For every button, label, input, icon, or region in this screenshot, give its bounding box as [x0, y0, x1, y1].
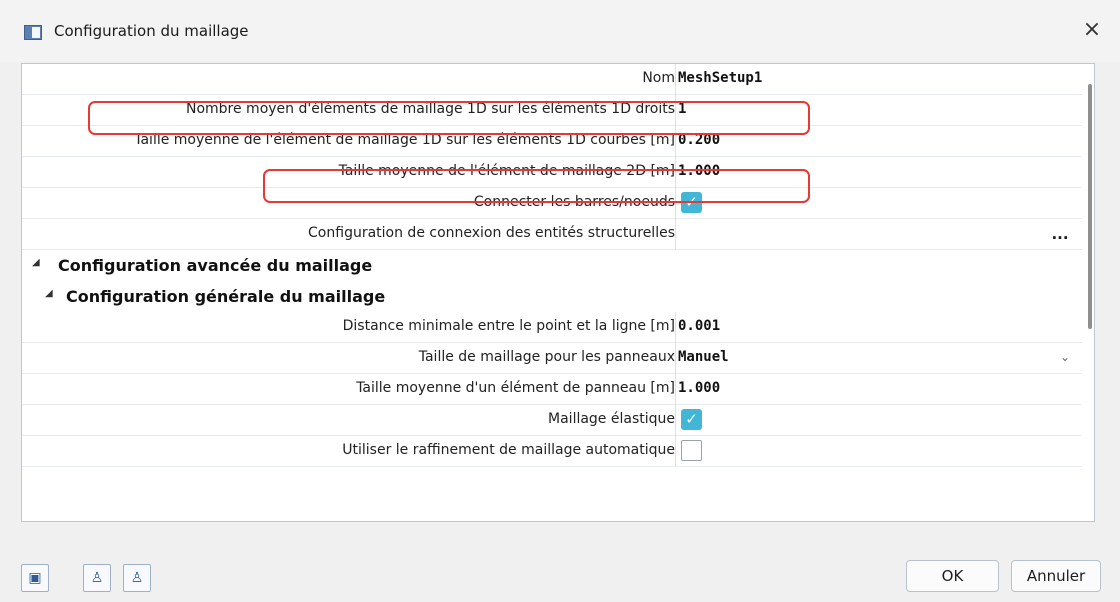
value-column	[675, 312, 1077, 343]
user-edit-icon[interactable]: ♙	[123, 564, 151, 592]
chevron-down-icon[interactable]: ⌄	[1060, 350, 1070, 364]
value-column	[675, 343, 1077, 374]
property-row-min-distance: Distance minimale entre le point et la l…	[22, 312, 1082, 343]
highlight-frame	[263, 169, 810, 203]
section-advanced-mesh[interactable]: ◢ Configuration avancée du maillage	[22, 250, 1082, 281]
property-row-connection-setup: Configuration de connexion des entités s…	[22, 219, 1082, 250]
ellipsis-icon[interactable]: ...	[1048, 221, 1072, 247]
value-column	[675, 374, 1077, 405]
value-column	[675, 405, 1077, 436]
vertical-scrollbar[interactable]	[1088, 84, 1092, 329]
user-add-icon[interactable]: ♙	[83, 564, 111, 592]
highlight-frame	[88, 101, 810, 135]
property-row-name: Nom MeshSetup1	[22, 64, 1082, 95]
dialog-titlebar: Configuration du maillage ×	[0, 0, 1120, 62]
section-general-mesh[interactable]: ◢ Configuration générale du maillage	[22, 281, 1082, 312]
checkbox-checked[interactable]: ✓	[681, 409, 702, 430]
close-icon[interactable]: ×	[1080, 16, 1104, 44]
property-label: Nom	[642, 70, 675, 86]
value-column	[675, 436, 1077, 467]
dialog-title: Configuration du maillage	[54, 22, 249, 40]
property-row-auto-refinement: Utiliser le raffinement de maillage auto…	[22, 436, 1082, 467]
checkbox-unchecked[interactable]	[681, 440, 702, 461]
ok-button[interactable]: OK	[906, 560, 999, 592]
property-label: Configuration de connexion des entités s…	[308, 225, 675, 241]
app-window-icon	[24, 25, 42, 40]
property-label: Taille de maillage pour les panneaux	[418, 349, 675, 365]
property-row-panel-element-size: Taille moyenne d'un élément de panneau […	[22, 374, 1082, 405]
mesh-name-value[interactable]: MeshSetup1	[678, 70, 762, 86]
property-label: Maillage élastique	[548, 411, 675, 427]
property-label: Distance minimale entre le point et la l…	[342, 318, 675, 334]
section-title: Configuration avancée du maillage	[58, 256, 373, 275]
section-title: Configuration générale du maillage	[66, 287, 386, 306]
panel-size-select[interactable]: Manuel	[678, 349, 729, 365]
export-icon[interactable]: ▣	[21, 564, 49, 592]
triangle-down-icon: ◢	[32, 257, 40, 268]
property-label: Utiliser le raffinement de maillage auto…	[342, 442, 675, 458]
property-label: Taille moyenne d'un élément de panneau […	[356, 380, 675, 396]
value-column	[675, 219, 1077, 250]
panel-element-size-value[interactable]: 1.000	[678, 380, 720, 396]
triangle-down-icon: ◢	[45, 288, 53, 299]
property-row-panel-size-mode: Taille de maillage pour les panneaux Man…	[22, 343, 1082, 374]
min-distance-value[interactable]: 0.001	[678, 318, 720, 334]
property-row-elastic-mesh: Maillage élastique ✓	[22, 405, 1082, 436]
cancel-button[interactable]: Annuler	[1011, 560, 1101, 592]
